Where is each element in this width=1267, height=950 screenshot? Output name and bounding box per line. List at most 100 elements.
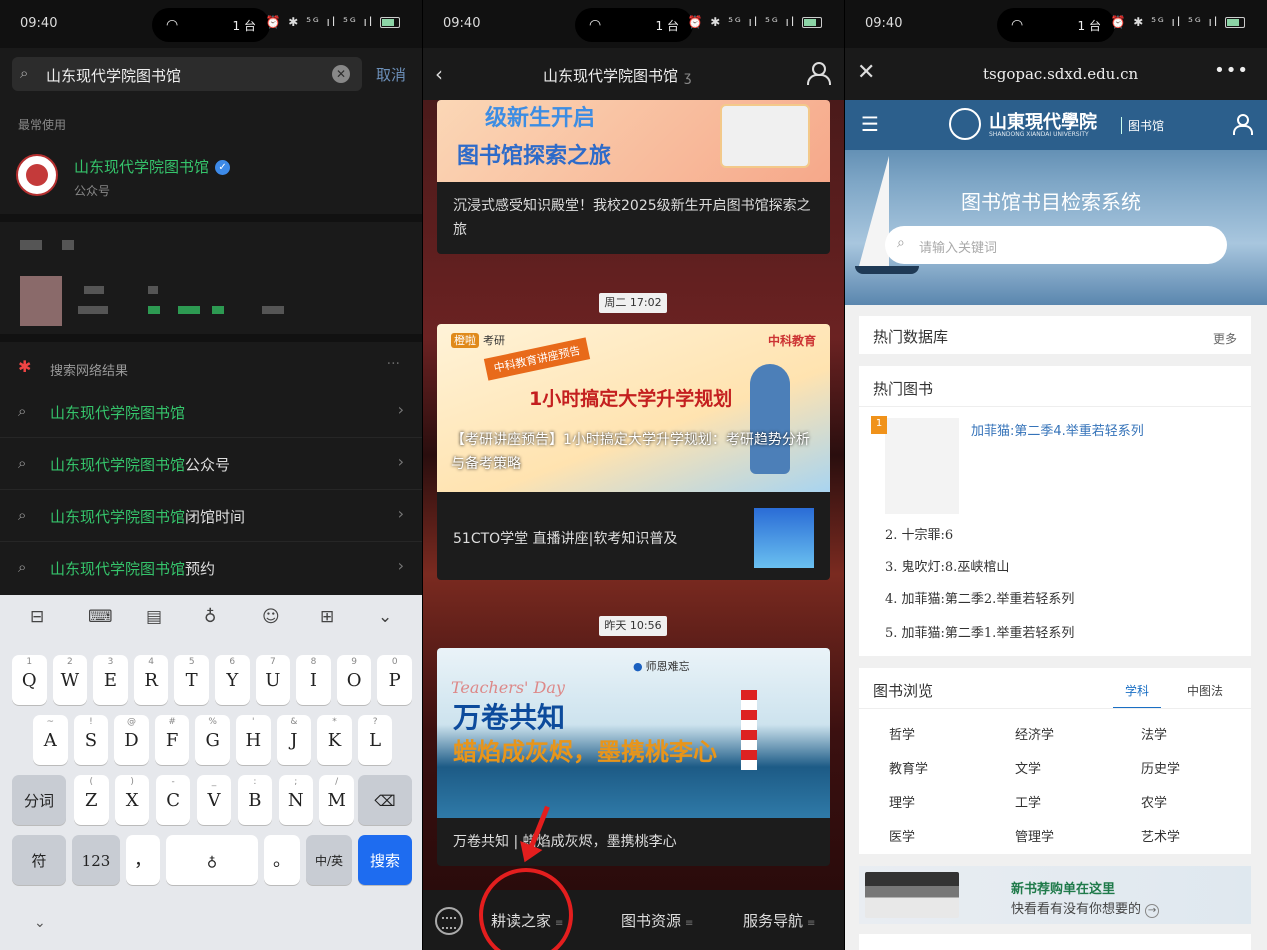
space-key[interactable]: ♁ (166, 835, 258, 885)
clear-icon[interactable]: ✕ (332, 65, 350, 83)
image-text: 图书馆探索之旅 (457, 144, 612, 169)
emoji-icon[interactable]: ☺ (262, 607, 280, 627)
menu-item-services[interactable]: 服务导航 ≡ (743, 910, 815, 931)
book-recommend-banner[interactable]: 新书荐购单在这里 快看看有没有你想要的 → (859, 866, 1251, 924)
key-g[interactable]: % G (195, 715, 230, 765)
article-card[interactable]: 师恩难忘 Teachers' Day 万卷共知 蜡焰成灰烬，墨携桃李心 万卷共知… (437, 648, 830, 866)
key-d[interactable]: @ D (114, 715, 149, 765)
blurred-avatar[interactable] (20, 276, 62, 326)
keyword-search-input[interactable]: ⌕ 请输入关键词 (885, 226, 1227, 264)
microphone-icon[interactable]: ♁ (204, 607, 216, 627)
key-r[interactable]: 4R (133, 655, 169, 705)
key-p[interactable]: 0P (377, 655, 412, 705)
book-item[interactable]: 3. 鬼吹灯:8.巫峡棺山 (885, 556, 1009, 575)
subject-item[interactable]: 经济学 (1015, 724, 1054, 743)
suggestion-item[interactable]: ⌕ 山东现代学院图书馆闭馆时间 › (0, 490, 422, 542)
key-v[interactable]: _ V (196, 775, 232, 825)
menu-item-resources[interactable]: 图书资源 ≡ (621, 910, 693, 931)
book-cover[interactable] (885, 418, 959, 514)
top-book-title[interactable]: 加菲猫:第二季4.举重若轻系列 (971, 420, 1144, 439)
search-placeholder: 请输入关键词 (919, 241, 998, 256)
subject-item[interactable]: 管理学 (1015, 826, 1054, 845)
collapse-icon[interactable]: ⌄ (378, 607, 392, 627)
close-icon[interactable]: ✕ (857, 60, 875, 85)
key-q[interactable]: 1Q (12, 655, 47, 705)
key-n[interactable]: ; N (278, 775, 314, 825)
more-icon[interactable]: ··· (387, 356, 400, 372)
toolbox-icon[interactable]: ⊟ (30, 607, 44, 627)
fenci-key[interactable]: 分词 (12, 775, 66, 825)
subject-item[interactable]: 历史学 (1141, 758, 1180, 777)
subject-item[interactable]: 农学 (1141, 792, 1167, 811)
user-icon[interactable] (1233, 114, 1253, 135)
book-item[interactable]: 4. 加菲猫:第二季2.举重若轻系列 (885, 588, 1074, 607)
apps-grid-icon[interactable]: ⊞ (320, 607, 334, 627)
key-t[interactable]: 5T (174, 655, 209, 705)
lang-switch-key[interactable]: 中/英 (306, 835, 352, 885)
suggestion-item[interactable]: ⌕ 山东现代学院图书馆 › (0, 386, 422, 438)
suggestion-item[interactable]: ⌕ 山东现代学院图书馆公众号 › (0, 438, 422, 490)
status-time: 09:40 (865, 16, 903, 31)
book-item[interactable]: 2. 十宗罪:6 (885, 524, 953, 543)
key-m[interactable]: / M (319, 775, 354, 825)
keyboard-icon[interactable] (435, 907, 463, 935)
key-u[interactable]: 7U (255, 655, 291, 705)
key-o[interactable]: 9O (336, 655, 372, 705)
suggestion-item[interactable]: ⌕ 山东现代学院图书馆预约 › (0, 542, 422, 594)
backspace-key[interactable]: ⌫ (358, 775, 412, 825)
next-section (859, 934, 1251, 950)
official-account-panel: 09:40 ◠ 1 台 ⏰ ✱ ⁵ᴳ ıl ⁵ᴳ ıl ‹ 山东现代学院图书馆 ʒ… (423, 0, 844, 950)
hide-keyboard-icon[interactable]: ⌄ (34, 915, 46, 931)
subject-item[interactable]: 艺术学 (1141, 826, 1180, 845)
article-card[interactable]: 级新生开启 图书馆探索之旅 沉浸式感受知识殿堂！我校2025级新生开启图书馆探索… (437, 100, 830, 254)
clipboard-icon[interactable]: ▤ (146, 607, 162, 627)
key-j[interactable]: & J (276, 715, 312, 765)
key-s[interactable]: ! S (73, 715, 109, 765)
key-a[interactable]: ~ A (33, 715, 68, 765)
banner-subtitle: 快看看有没有你想要的 → (1011, 898, 1160, 918)
blurred-content (20, 240, 42, 250)
symbol-key[interactable]: 符 (12, 835, 66, 885)
brand-logo: 中科教育 (767, 334, 816, 348)
key-i[interactable]: 8I (296, 655, 331, 705)
subject-item[interactable]: 法学 (1141, 724, 1167, 743)
subject-item[interactable]: 医学 (889, 826, 915, 845)
more-link[interactable]: 更多 (1213, 330, 1237, 347)
subject-item[interactable]: 文学 (1015, 758, 1041, 777)
key-y[interactable]: 6Y (215, 655, 250, 705)
key-w[interactable]: 2W (52, 655, 88, 705)
key-f[interactable]: # F (154, 715, 190, 765)
keyboard-layout-icon[interactable]: ⌨ (88, 607, 113, 627)
key-e[interactable]: 3E (93, 655, 128, 705)
subject-item[interactable]: 理学 (889, 792, 915, 811)
period-key[interactable]: 。 (264, 835, 300, 885)
comma-key[interactable]: ， (126, 835, 160, 885)
key-h[interactable]: ' H (236, 715, 271, 765)
number-key[interactable]: 123 (72, 835, 120, 885)
profile-icon[interactable] (806, 60, 831, 85)
search-key[interactable]: 搜索 (358, 835, 412, 885)
subject-item[interactable]: 工学 (1015, 792, 1041, 811)
more-icon[interactable]: ••• (1214, 60, 1249, 81)
subject-item[interactable]: 教育学 (889, 758, 928, 777)
key-b[interactable]: :B (237, 775, 273, 825)
account-result[interactable]: 山东现代学院图书馆 ✓ 公众号 (0, 150, 422, 214)
key-l[interactable]: ? L (357, 715, 393, 765)
tab-subject[interactable]: 学科 (1112, 682, 1162, 709)
hotspot-icon: ◠ (166, 17, 179, 33)
book-item[interactable]: 5. 加菲猫:第二季1.举重若轻系列 (885, 622, 1074, 641)
key-z[interactable]: (Z (74, 775, 109, 825)
key-x[interactable]: ) X (114, 775, 150, 825)
subject-item[interactable]: 哲学 (889, 724, 915, 743)
key-k[interactable]: * K (317, 715, 352, 765)
menu-icon[interactable]: ☰ (861, 112, 879, 136)
cancel-button[interactable]: 取消 (376, 64, 406, 85)
tab-clc[interactable]: 中图法 (1187, 682, 1223, 699)
sub-article[interactable]: 51CTO学堂 直播讲座|软考知识普及 (437, 492, 830, 580)
article-card[interactable]: 橙啦 考研 中科教育 中科教育讲座预告 1小时搞定大学升学规划 【考研讲座预告】1… (437, 324, 830, 580)
back-icon[interactable]: ‹ (435, 62, 443, 86)
books-illustration (865, 872, 959, 918)
status-icons: ⏰ ✱ ⁵ᴳ ıl ⁵ᴳ ıl (265, 15, 400, 29)
key-c[interactable]: -C (155, 775, 191, 825)
search-input[interactable]: ⌕ 山东现代学院图书馆 ✕ (12, 57, 362, 91)
